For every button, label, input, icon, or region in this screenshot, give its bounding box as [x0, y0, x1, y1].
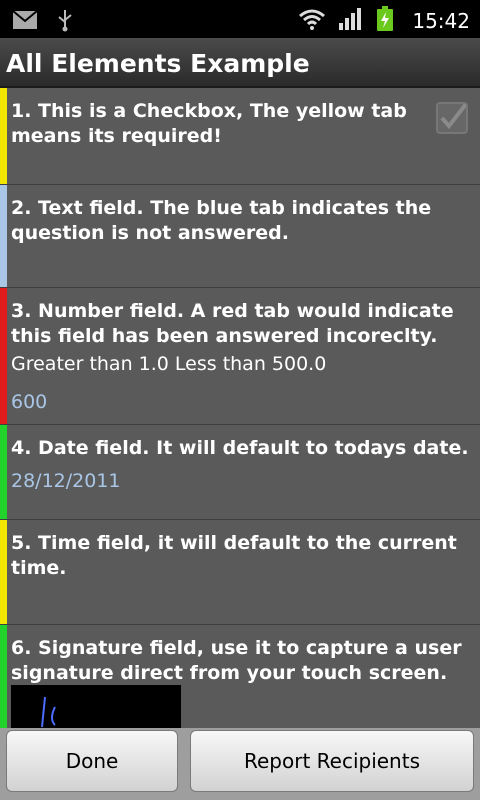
- done-button[interactable]: Done: [6, 730, 178, 792]
- gmail-icon: [12, 10, 38, 34]
- form-list[interactable]: 1. This is a Checkbox, The yellow tab me…: [0, 88, 480, 728]
- battery-charging-icon: [376, 6, 394, 36]
- wifi-icon: [298, 7, 326, 35]
- list-item-text-field[interactable]: 2. Text field. The blue tab indicates th…: [0, 185, 480, 288]
- list-item-number-field[interactable]: 3. Number field. A red tab would indicat…: [0, 288, 480, 425]
- unanswered-tab: [0, 185, 7, 287]
- list-item-checkbox[interactable]: 1. This is a Checkbox, The yellow tab me…: [0, 88, 480, 185]
- list-item-signature-field[interactable]: 6. Signature field, use it to capture a …: [0, 625, 480, 728]
- list-item-date-field[interactable]: 4. Date field. It will default to todays…: [0, 425, 480, 520]
- bottom-action-bar: Done Report Recipients: [0, 728, 480, 800]
- number-value[interactable]: 600: [11, 391, 47, 413]
- date-value[interactable]: 28/12/2011: [11, 470, 121, 492]
- question-label: 5. Time field, it will default to the cu…: [11, 532, 457, 579]
- signature-pad[interactable]: [11, 685, 181, 728]
- incorrect-tab: [0, 288, 7, 424]
- signature-stroke: [41, 696, 56, 728]
- signal-icon: [338, 7, 364, 35]
- question-label: 1. This is a Checkbox, The yellow tab me…: [11, 100, 407, 147]
- page-title: All Elements Example: [6, 49, 310, 78]
- report-recipients-button[interactable]: Report Recipients: [190, 730, 474, 792]
- status-time: 15:42: [412, 9, 470, 33]
- question-label: 3. Number field. A red tab would indicat…: [11, 300, 454, 347]
- answered-tab: [0, 425, 7, 519]
- question-label: 6. Signature field, use it to capture a …: [11, 637, 462, 684]
- checkmark-icon: [440, 102, 468, 130]
- title-bar: All Elements Example: [0, 38, 480, 88]
- answered-tab: [0, 625, 7, 728]
- number-range-hint: Greater than 1.0 Less than 500.0: [11, 353, 327, 375]
- required-tab: [0, 520, 7, 624]
- required-tab: [0, 88, 7, 184]
- required-checkbox[interactable]: [436, 102, 468, 134]
- status-bar: 15:42: [0, 0, 480, 38]
- question-label: 2. Text field. The blue tab indicates th…: [11, 197, 432, 244]
- list-item-time-field[interactable]: 5. Time field, it will default to the cu…: [0, 520, 480, 625]
- usb-icon: [56, 8, 74, 36]
- question-label: 4. Date field. It will default to todays…: [11, 437, 469, 459]
